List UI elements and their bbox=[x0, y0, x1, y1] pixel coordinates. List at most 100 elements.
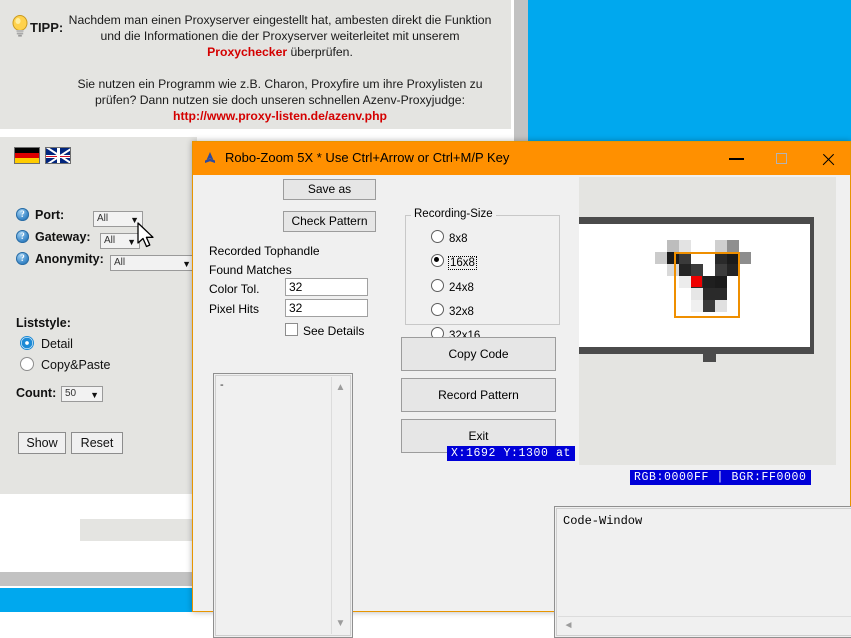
english-flag[interactable] bbox=[45, 147, 71, 165]
preview-canvas bbox=[579, 224, 810, 347]
recording-size-option-8x8[interactable]: 8x8 bbox=[431, 230, 468, 245]
recording-size-group bbox=[405, 215, 560, 325]
zoom-preview-panel[interactable] bbox=[579, 177, 836, 465]
anonymity-select-value: All bbox=[114, 257, 126, 268]
help-icon-gateway[interactable]: ? bbox=[16, 230, 29, 244]
tip-line-3-rest: überprüfen. bbox=[287, 45, 353, 59]
maximize-icon[interactable] bbox=[760, 142, 805, 175]
save-as-button[interactable]: Save as bbox=[283, 179, 376, 200]
close-icon[interactable] bbox=[805, 142, 850, 175]
scroll-up-icon[interactable]: ▲ bbox=[332, 379, 349, 396]
coordinates-status: X:1692 Y:1300 at bbox=[447, 446, 576, 461]
help-icon-port[interactable]: ? bbox=[16, 208, 29, 222]
robot-app-icon bbox=[205, 152, 215, 163]
radio-detail-indicator bbox=[20, 336, 34, 350]
radio-detail-label: Detail bbox=[41, 337, 73, 351]
proxychecker-link[interactable]: Proxychecker bbox=[207, 45, 287, 59]
show-button[interactable]: Show bbox=[18, 432, 66, 454]
radio-copypaste-label: Copy&Paste bbox=[41, 358, 111, 372]
anonymity-select[interactable]: All ▼ bbox=[110, 255, 195, 271]
radio-indicator bbox=[431, 230, 444, 243]
german-flag[interactable] bbox=[14, 147, 40, 165]
tip-line-3: Proxychecker überprüfen. bbox=[60, 44, 500, 60]
see-details-checkbox[interactable]: See Details bbox=[285, 323, 364, 338]
option-label: 8x8 bbox=[449, 233, 468, 245]
count-select[interactable]: 50 ▼ bbox=[61, 386, 103, 402]
language-flags bbox=[14, 147, 76, 165]
see-details-checkbox-box bbox=[285, 323, 298, 336]
port-row: ? Port: bbox=[16, 207, 64, 222]
count-select-value: 50 bbox=[65, 388, 77, 399]
option-label: 24x8 bbox=[449, 282, 474, 294]
selection-rectangle bbox=[674, 252, 740, 318]
listbox-scrollbar[interactable]: ▲ ▼ bbox=[331, 377, 349, 634]
found-matches-label: Found Matches bbox=[209, 263, 292, 277]
liststyle-label: Liststyle: bbox=[16, 316, 71, 330]
page-footer-bar bbox=[0, 572, 197, 586]
chevron-down-icon: ▼ bbox=[130, 215, 139, 225]
radio-copypaste[interactable]: Copy&Paste bbox=[20, 357, 110, 372]
gateway-select-value: All bbox=[104, 235, 116, 246]
results-listbox[interactable]: - ▲ ▼ bbox=[213, 373, 353, 638]
tip-body: Nachdem man einen Proxyserver eingestell… bbox=[60, 12, 500, 124]
tip-line-5: prüfen? Dann nutzen sie doch unseren sch… bbox=[95, 93, 465, 107]
color-status: RGB:0000FF | BGR:FF0000 bbox=[630, 470, 811, 485]
listbox-inner: - ▲ ▼ bbox=[215, 375, 351, 636]
lightbulb-icon bbox=[12, 15, 28, 37]
tip-line-1: Nachdem man einen Proxyserver eingestell… bbox=[68, 13, 492, 27]
scroll-down-icon[interactable]: ▼ bbox=[332, 615, 349, 632]
pixel-hits-label: Pixel Hits bbox=[209, 302, 260, 316]
recording-size-option-32x8[interactable]: 32x8 bbox=[431, 303, 474, 318]
radio-detail[interactable]: Detail bbox=[20, 336, 73, 351]
pixel-hits-input[interactable]: 32 bbox=[285, 299, 368, 317]
scroll-left-icon[interactable]: ◄ bbox=[560, 617, 577, 634]
reset-button[interactable]: Reset bbox=[71, 432, 123, 454]
radio-indicator bbox=[431, 254, 444, 267]
color-tol-label: Color Tol. bbox=[209, 282, 260, 296]
radio-copypaste-indicator bbox=[20, 357, 34, 371]
code-window-text: Code-Window bbox=[563, 514, 643, 528]
tip-label: TIPP: bbox=[30, 20, 64, 35]
count-label: Count: bbox=[16, 386, 57, 400]
window-body: Save as Check Pattern Recorded Tophandle… bbox=[193, 175, 851, 638]
copy-code-button[interactable]: Copy Code bbox=[401, 337, 556, 371]
cursor-pixel-marker bbox=[691, 276, 702, 287]
listbox-text: - bbox=[220, 379, 224, 391]
anonymity-label: Anonymity: bbox=[35, 251, 104, 266]
code-window[interactable]: Code-Window ▲ ▼ ◄ ► bbox=[554, 506, 851, 638]
recording-size-option-24x8[interactable]: 24x8 bbox=[431, 279, 474, 294]
record-pattern-button[interactable]: Record Pattern bbox=[401, 378, 556, 412]
gateway-row: ? Gateway: bbox=[16, 229, 91, 244]
option-label: 32x8 bbox=[449, 306, 474, 318]
robo-zoom-window: Robo-Zoom 5X * Use Ctrl+Arrow or Ctrl+M/… bbox=[192, 141, 851, 638]
gateway-select[interactable]: All ▼ bbox=[100, 233, 140, 249]
code-window-inner: Code-Window ▲ ▼ ◄ ► bbox=[556, 508, 851, 636]
chevron-down-icon: ▼ bbox=[90, 390, 99, 400]
recording-size-option-16x8[interactable]: 16x8 bbox=[431, 254, 477, 270]
help-icon-anonymity[interactable]: ? bbox=[16, 252, 29, 266]
gateway-label: Gateway: bbox=[35, 229, 91, 244]
recording-size-group-title: Recording-Size bbox=[411, 208, 496, 220]
radio-indicator bbox=[431, 279, 444, 292]
recorded-tophandle-label: Recorded Tophandle bbox=[209, 244, 320, 258]
page-footer-blue bbox=[0, 588, 197, 612]
azenv-link[interactable]: http://www.proxy-listen.de/azenv.php bbox=[60, 108, 500, 124]
port-select-value: All bbox=[97, 213, 109, 224]
window-titlebar[interactable]: Robo-Zoom 5X * Use Ctrl+Arrow or Ctrl+M/… bbox=[193, 142, 850, 175]
check-pattern-button[interactable]: Check Pattern bbox=[283, 211, 376, 232]
tip-line-4: Sie nutzen ein Programm wie z.B. Charon,… bbox=[77, 77, 483, 91]
minimize-icon[interactable] bbox=[715, 142, 760, 175]
port-select[interactable]: All ▼ bbox=[93, 211, 143, 227]
option-label: 16x8 bbox=[448, 256, 477, 270]
code-window-hscrollbar[interactable]: ◄ ► bbox=[558, 616, 851, 634]
tip-line-2: und die Informationen die der Proxyserve… bbox=[100, 29, 460, 43]
window-title: Robo-Zoom 5X * Use Ctrl+Arrow or Ctrl+M/… bbox=[225, 150, 510, 165]
anonymity-row: ? Anonymity: bbox=[16, 251, 104, 266]
chevron-down-icon: ▼ bbox=[182, 259, 191, 269]
color-tol-input[interactable]: 32 bbox=[285, 278, 368, 296]
radio-indicator bbox=[431, 303, 444, 316]
tip-box: TIPP: Nachdem man einen Proxyserver eing… bbox=[0, 0, 512, 130]
page-placeholder-block bbox=[80, 519, 200, 541]
port-label: Port: bbox=[35, 207, 65, 222]
chevron-down-icon: ▼ bbox=[127, 237, 136, 247]
